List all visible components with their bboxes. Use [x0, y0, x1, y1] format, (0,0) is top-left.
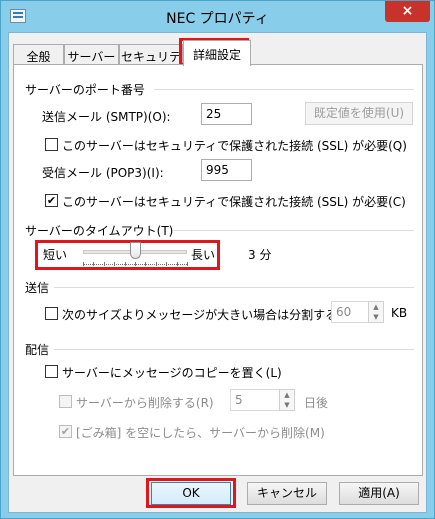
port-section-divider — [154, 89, 414, 90]
timeout-long-label: 長い — [191, 248, 216, 262]
smtp-ssl-label: このサーバーはセキュリティで保護された接続 (SSL) が必要(Q) — [62, 139, 407, 153]
tab-advanced[interactable]: 詳細設定 — [183, 40, 251, 66]
title-bar[interactable]: NEC プロパティ × — [1, 1, 434, 32]
cancel-button[interactable]: キャンセル — [247, 482, 327, 505]
spin-down-icon: ▼ — [284, 401, 290, 409]
timeout-value: 3 分 — [248, 248, 272, 262]
smtp-port-input[interactable]: 25 — [201, 103, 252, 125]
smtp-ssl-checkbox[interactable] — [45, 138, 58, 151]
use-defaults-button[interactable]: 既定値を使用(U) — [305, 102, 413, 125]
checkmark-icon: ✔ — [46, 194, 57, 207]
slider-tick — [166, 262, 168, 266]
timeout-section-title: サーバーのタイムアウト(T) — [25, 224, 174, 238]
split-messages-checkbox[interactable] — [45, 307, 58, 320]
split-size-spinner[interactable]: ▲ ▼ — [368, 301, 384, 323]
window-title: NEC プロパティ — [166, 11, 269, 27]
leave-copy-label: サーバーにメッセージのコピーを置く(L) — [62, 366, 282, 380]
timeout-slider-thumb[interactable] — [130, 242, 141, 259]
slider-tick — [135, 262, 136, 266]
slider-tick — [155, 262, 157, 266]
remove-after-days-input[interactable]: 5 — [230, 389, 280, 411]
close-button[interactable]: × — [385, 1, 430, 22]
pop3-ssl-label: このサーバーはセキュリティで保護された接続 (SSL) が必要(C) — [62, 195, 406, 209]
slider-tick — [187, 262, 188, 266]
spin-down-icon: ▼ — [373, 313, 379, 321]
remove-after-label: サーバーから削除する(R) — [76, 396, 214, 410]
send-section-divider — [54, 287, 414, 288]
send-section-title: 送信 — [25, 281, 50, 295]
slider-tick — [83, 262, 84, 266]
slider-tick — [176, 262, 178, 266]
spin-up-icon: ▲ — [373, 303, 379, 311]
smtp-port-label: 送信メール (SMTP)(O): — [42, 110, 171, 124]
remove-after-checkbox[interactable] — [59, 395, 72, 408]
apply-button[interactable]: 適用(A) — [339, 482, 419, 505]
slider-tick — [114, 262, 116, 266]
dialog-body: 全般 サーバー セキュリティ 詳細設定 サーバーのポート番号 送信メール (SM… — [8, 32, 427, 513]
slider-tick — [93, 262, 95, 266]
pop3-port-input[interactable]: 995 — [201, 159, 252, 181]
tab-security[interactable]: セキュリティ — [119, 44, 183, 81]
remove-after-unit: 日後 — [304, 396, 329, 410]
delivery-section-divider — [54, 349, 414, 350]
pop3-ssl-checkbox[interactable]: ✔ — [45, 194, 58, 207]
ok-button[interactable]: OK — [151, 482, 231, 505]
split-size-unit: KB — [391, 306, 408, 320]
timeout-slider-ticks — [83, 262, 188, 266]
checkmark-icon: ✔ — [60, 425, 71, 438]
advanced-panel: サーバーのポート番号 送信メール (SMTP)(O): 25 既定値を使用(U)… — [13, 64, 423, 476]
remove-deleted-label: [ごみ箱] を空にしたら、サーバーから削除(M) — [76, 426, 325, 440]
close-icon: × — [401, 3, 414, 19]
remove-after-spinner[interactable]: ▲ ▼ — [279, 389, 295, 411]
spin-up-icon: ▲ — [284, 391, 290, 399]
slider-tick — [145, 262, 147, 266]
remove-deleted-checkbox[interactable]: ✔ — [59, 425, 72, 438]
leave-copy-checkbox[interactable] — [45, 365, 58, 378]
split-size-input[interactable]: 60 — [331, 301, 369, 323]
timeout-section-divider — [174, 230, 414, 231]
properties-window: NEC プロパティ × 全般 サーバー セキュリティ 詳細設定 サーバーのポート… — [0, 0, 435, 519]
pop3-port-label: 受信メール (POP3)(I): — [42, 166, 164, 180]
tab-servers[interactable]: サーバー — [64, 44, 119, 65]
port-section-title: サーバーのポート番号 — [25, 83, 145, 97]
delivery-section-title: 配信 — [25, 343, 50, 357]
timeout-short-label: 短い — [43, 248, 68, 262]
slider-tick — [124, 262, 126, 266]
split-messages-label: 次のサイズよりメッセージが大きい場合は分割する(B) — [62, 308, 355, 322]
tab-general[interactable]: 全般 — [13, 44, 64, 65]
slider-tick — [103, 262, 105, 266]
